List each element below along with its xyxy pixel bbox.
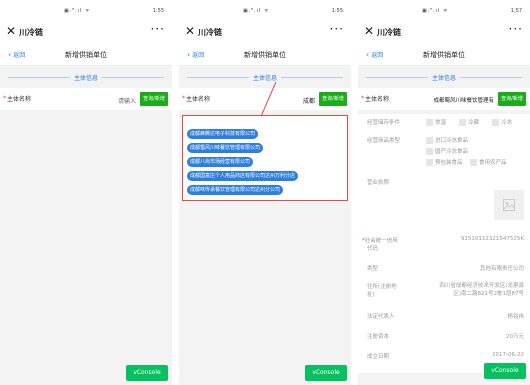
license-image-placeholder[interactable]: [494, 190, 524, 220]
option-frozen[interactable]: 冷冻: [492, 118, 512, 126]
checkbox[interactable]: [470, 159, 477, 166]
credit-code-value: 91510112321547525K: [460, 236, 524, 242]
storage-conditions-row: 经营储存条件 常温 冷藏 冷冻: [358, 114, 530, 132]
app-titlebar: ✕ 川冷链 ···: [358, 22, 530, 44]
type-value: 其他有限责任公司: [479, 266, 524, 272]
suggestion-item[interactable]: 成都八尚市场经营有限公司: [187, 148, 343, 167]
page-navbar: ‹ 返回 新增供销单位: [0, 44, 172, 66]
app-titlebar: ✕ 川冷链 ···: [0, 22, 172, 44]
close-icon[interactable]: ✕: [6, 25, 16, 37]
checkbox[interactable]: [426, 119, 433, 126]
image-icon: [503, 199, 515, 211]
status-icons: ▣ᵢᴴ.ıl ᯤ: [422, 8, 449, 14]
page-navbar: ‹ 返回 新增供销单位: [358, 44, 530, 66]
checkbox[interactable]: [459, 119, 466, 126]
query-add-button[interactable]: 查询/新增: [140, 92, 168, 106]
option-agricultural[interactable]: 食用农产品: [470, 158, 507, 166]
entity-details: 经营储存条件 常温 冷藏 冷冻 经营商品类型 进口冷冻食品 国产冷冻食品 预包装…: [358, 114, 530, 373]
credit-code-label-line1: 社会统一信用: [364, 238, 398, 244]
address-row: 住所(注册地 址) 四川省成都经济技术开发区(龙泉驿区)南二路821号2栋1层87…: [358, 278, 530, 308]
vconsole-button[interactable]: vConsole: [126, 365, 168, 381]
section-header: 主体信息: [358, 66, 530, 88]
phone-screen-empty: ▣ᵢᴴ.ıl ᯤ 1:55 ✕ 川冷链 ··· ‹ 返回 新增供销单位 主体信息 …: [0, 0, 172, 385]
option-chilled[interactable]: 冷藏: [459, 118, 479, 126]
capital-value: 20万元: [506, 334, 524, 340]
credit-code-label-line2: 代码: [367, 246, 379, 252]
entity-name-input[interactable]: 请输入: [118, 96, 136, 105]
section-title: 主体信息: [427, 75, 460, 82]
suggestion-item[interactable]: 成都味传承餐饮管理有限公司达州分公司: [187, 176, 343, 195]
address-label-line1: 住所(注册地: [367, 284, 397, 290]
checkbox[interactable]: [426, 137, 433, 144]
capital-label: 注册资本: [367, 334, 390, 340]
status-icons: ▣ᵢᴴ.ıl ᯤ: [64, 8, 91, 14]
capital-row: 注册资本 20万元: [358, 328, 530, 348]
credit-code-row: *社会统一信用 代码 91510112321547525K: [358, 232, 530, 260]
app-title: 川冷链: [19, 28, 43, 37]
entity-name-input[interactable]: 成都蜀风川味餐饮管理有: [433, 96, 494, 104]
option-ambient[interactable]: 常温: [426, 118, 446, 126]
option-imported-frozen[interactable]: 进口冷冻食品: [426, 136, 468, 144]
legal-rep-value: 杨铭伟: [507, 314, 524, 320]
required-mark: *: [361, 95, 364, 102]
legal-rep-row: 法定代表人 杨铭伟: [358, 308, 530, 328]
page-title: 新增供销单位: [423, 51, 465, 59]
checkbox[interactable]: [426, 148, 433, 155]
required-mark: *: [3, 95, 6, 102]
status-bar: ▣ᵢᴴ.ıl ᯤ 1:55: [0, 0, 172, 22]
page-title: 新增供销单位: [65, 51, 107, 59]
address-label-line2: 址): [367, 292, 375, 298]
section-title: 主体信息: [69, 75, 102, 82]
suggestion-item[interactable]: 成都蜂腾达电子科技有限公司: [187, 120, 343, 139]
entity-name-field: * 主体名称 请输入 查询/新增: [0, 88, 172, 110]
more-menu-icon[interactable]: ···: [509, 22, 523, 36]
suggestion-item[interactable]: 成都国富庄个人用品商店有限公司达州万利分店: [187, 162, 343, 181]
app-title: 川冷链: [377, 28, 401, 37]
more-menu-icon[interactable]: ···: [151, 22, 165, 36]
founded-date-row: 成立日期 2017-06-22: [358, 348, 530, 364]
status-time: 1:55: [152, 8, 164, 14]
suggestion-item[interactable]: 成都蜀风川味餐饮管理有限公司: [187, 134, 343, 153]
section-header: 主体信息: [0, 66, 172, 88]
business-license-row: 营业执照: [358, 174, 530, 232]
query-add-button[interactable]: 查询/新增: [498, 92, 526, 106]
entity-name-field: * 主体名称 成都蜀风川味餐饮管理有 查询/新增: [358, 88, 530, 110]
address-value-line2: 区)南二路821号2栋1层87号: [453, 291, 524, 297]
checkbox[interactable]: [492, 119, 499, 126]
phone-screen-details: ▣ᵢᴴ.ıl ᯤ 1:57 ✕ 川冷链 ··· ‹ 返回 新增供销单位 主体信息 …: [358, 0, 530, 385]
product-types-row: 经营商品类型 进口冷冻食品 国产冷冻食品 预包装食品 食用农产品: [358, 132, 530, 174]
phone-screen-suggestions: ▣ᵢᴴ.ıl ᯤ 1:55 ✕ 川冷链 ··· ‹ 返回 新增供销单位 主体信息 …: [179, 0, 351, 385]
entity-name-label: 主体名称: [7, 96, 32, 103]
suggestion-dropdown: 成都蜂腾达电子科技有限公司 成都蜀风川味餐饮管理有限公司 成都八尚市场经营有限公…: [182, 115, 348, 201]
status-bar: ▣ᵢᴴ.ıl ᯤ 1:57: [358, 0, 530, 22]
status-time: 1:57: [510, 8, 522, 14]
business-license-label: 营业执照: [367, 180, 390, 186]
checkbox[interactable]: [426, 159, 433, 166]
founded-date-label: 成立日期: [367, 354, 390, 360]
founded-date-value: 2017-06-22: [492, 352, 524, 358]
product-types-label: 经营商品类型: [367, 138, 401, 144]
entity-name-label: 主体名称: [365, 96, 390, 103]
type-label: 类型: [367, 266, 379, 272]
address-value-line1: 四川省成都经济技术开发区(龙泉驿: [439, 283, 524, 289]
option-domestic-frozen[interactable]: 国产冷冻食品: [426, 147, 468, 155]
legal-rep-label: 法定代表人: [367, 314, 395, 320]
vconsole-button[interactable]: vConsole: [305, 365, 347, 381]
type-row: 类型 其他有限责任公司: [358, 260, 530, 278]
close-icon[interactable]: ✕: [364, 25, 374, 37]
option-prepackaged[interactable]: 预包装食品: [426, 158, 463, 166]
storage-conditions-label: 经营储存条件: [367, 120, 401, 126]
vconsole-button[interactable]: vConsole: [484, 363, 526, 379]
